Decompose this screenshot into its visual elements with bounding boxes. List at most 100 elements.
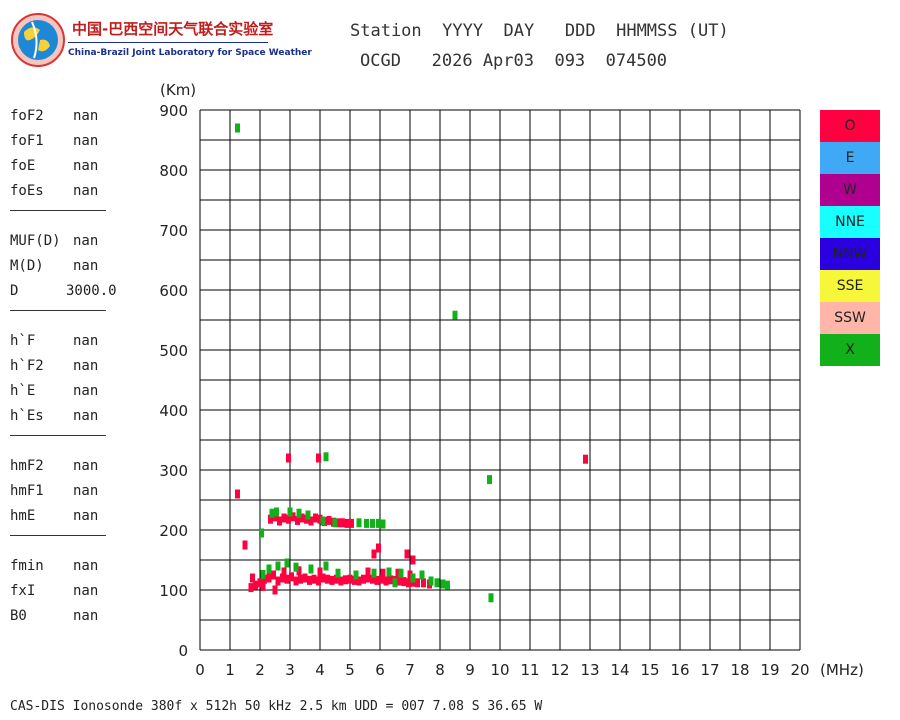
data-point-o [376,543,381,553]
data-point-o [421,578,426,588]
x-tick-label: 8 [435,661,445,679]
data-point-x [440,579,446,589]
data-point-o [250,573,255,583]
x-tick-label: 17 [700,661,719,679]
data-point-o [361,574,366,584]
data-point-x [260,569,266,579]
data-point-o [404,549,410,559]
data-point-o [281,513,287,523]
data-point-x [320,516,326,526]
data-point-x [235,123,240,133]
data-point-x [266,564,272,574]
x-tick-label: 12 [550,661,569,679]
legend-item-o: O [820,110,880,142]
x-tick-label: 13 [580,661,599,679]
data-point-o [365,567,371,577]
y-tick-label: 0 [178,642,188,660]
data-point-o [302,573,308,583]
y-tick-label: 600 [159,282,188,300]
y-tick-label: 900 [159,102,188,120]
x-tick-label: 19 [760,661,779,679]
x-tick-label: 2 [255,661,265,679]
x-tick-label: 5 [345,661,355,679]
data-point-o [380,568,386,578]
data-point-o [583,454,588,464]
x-tick-label: 15 [640,661,659,679]
data-point-x [445,580,450,590]
data-point-o [271,570,276,580]
data-point-x [296,508,302,518]
legend: O E W NNE NNW SSE SSW X [820,110,880,366]
x-tick-label: 10 [490,661,509,679]
data-point-x [284,558,290,568]
data-point-o [242,540,248,550]
data-point-o [397,576,402,586]
data-point-o [272,585,278,595]
data-point-x [419,570,425,580]
data-point-x [259,528,264,538]
x-tick-label: 9 [465,661,475,679]
data-point-x [305,510,311,520]
x-tick-label: 14 [610,661,629,679]
legend-item-nnw: NNW [820,238,880,270]
data-point-o [248,583,254,593]
data-point-x [269,508,275,518]
y-tick-label: 400 [159,402,188,420]
data-point-x [356,518,362,528]
x-tick-label: 16 [670,661,689,679]
data-point-x [376,518,381,528]
data-point-o [316,453,321,463]
y-axis-label: (Km) [160,81,196,99]
data-point-x [410,573,416,583]
data-point-o [347,574,353,584]
y-tick-label: 300 [159,462,188,480]
data-point-o [325,574,330,584]
data-point-o [307,575,312,585]
legend-item-ssw: SSW [820,302,880,334]
data-point-o [235,489,240,499]
data-point-x [371,568,377,578]
data-point-o [326,515,332,525]
data-point-o [388,575,393,585]
data-point-o [329,575,335,585]
y-tick-label: 200 [159,522,188,540]
x-axis-label: (MHz) [820,661,864,679]
data-point-o [286,453,291,463]
data-point-x [428,576,434,586]
data-point-x [353,570,359,580]
legend-item-e: E [820,142,880,174]
data-point-x [287,507,293,517]
data-point-x [380,519,386,529]
data-point-o [313,513,318,523]
x-tick-label: 1 [225,661,235,679]
data-point-o [340,518,345,528]
data-point-o [275,576,281,586]
data-point-x [386,567,392,577]
data-point-o [383,576,389,586]
x-tick-label: 18 [730,661,749,679]
data-point-o [298,574,303,584]
data-point-o [281,567,287,577]
x-tick-label: 11 [520,661,539,679]
legend-item-w: W [820,174,880,206]
data-point-o [349,518,354,528]
data-point-o [338,576,344,586]
x-tick-label: 7 [405,661,415,679]
data-point-o [343,575,348,585]
data-point-x [293,562,299,572]
data-point-x [398,568,404,578]
data-point-x [452,310,458,320]
data-point-o [277,516,282,526]
data-point-o [406,578,411,588]
y-tick-label: 100 [159,582,188,600]
x-tick-label: 3 [285,661,295,679]
data-point-o [311,574,317,584]
data-point-o [415,578,420,588]
data-point-x [308,564,314,574]
ionogram-chart: 0 1 2 3 4 5 6 7 8 9 10 11 12 13 14 15 16 17 18 19 2001002003… [159,81,864,679]
data-point-x [332,518,338,528]
data-point-x [370,518,375,528]
data-point-o [260,581,266,591]
data-point-x [274,507,279,517]
y-tick-label: 800 [159,162,188,180]
